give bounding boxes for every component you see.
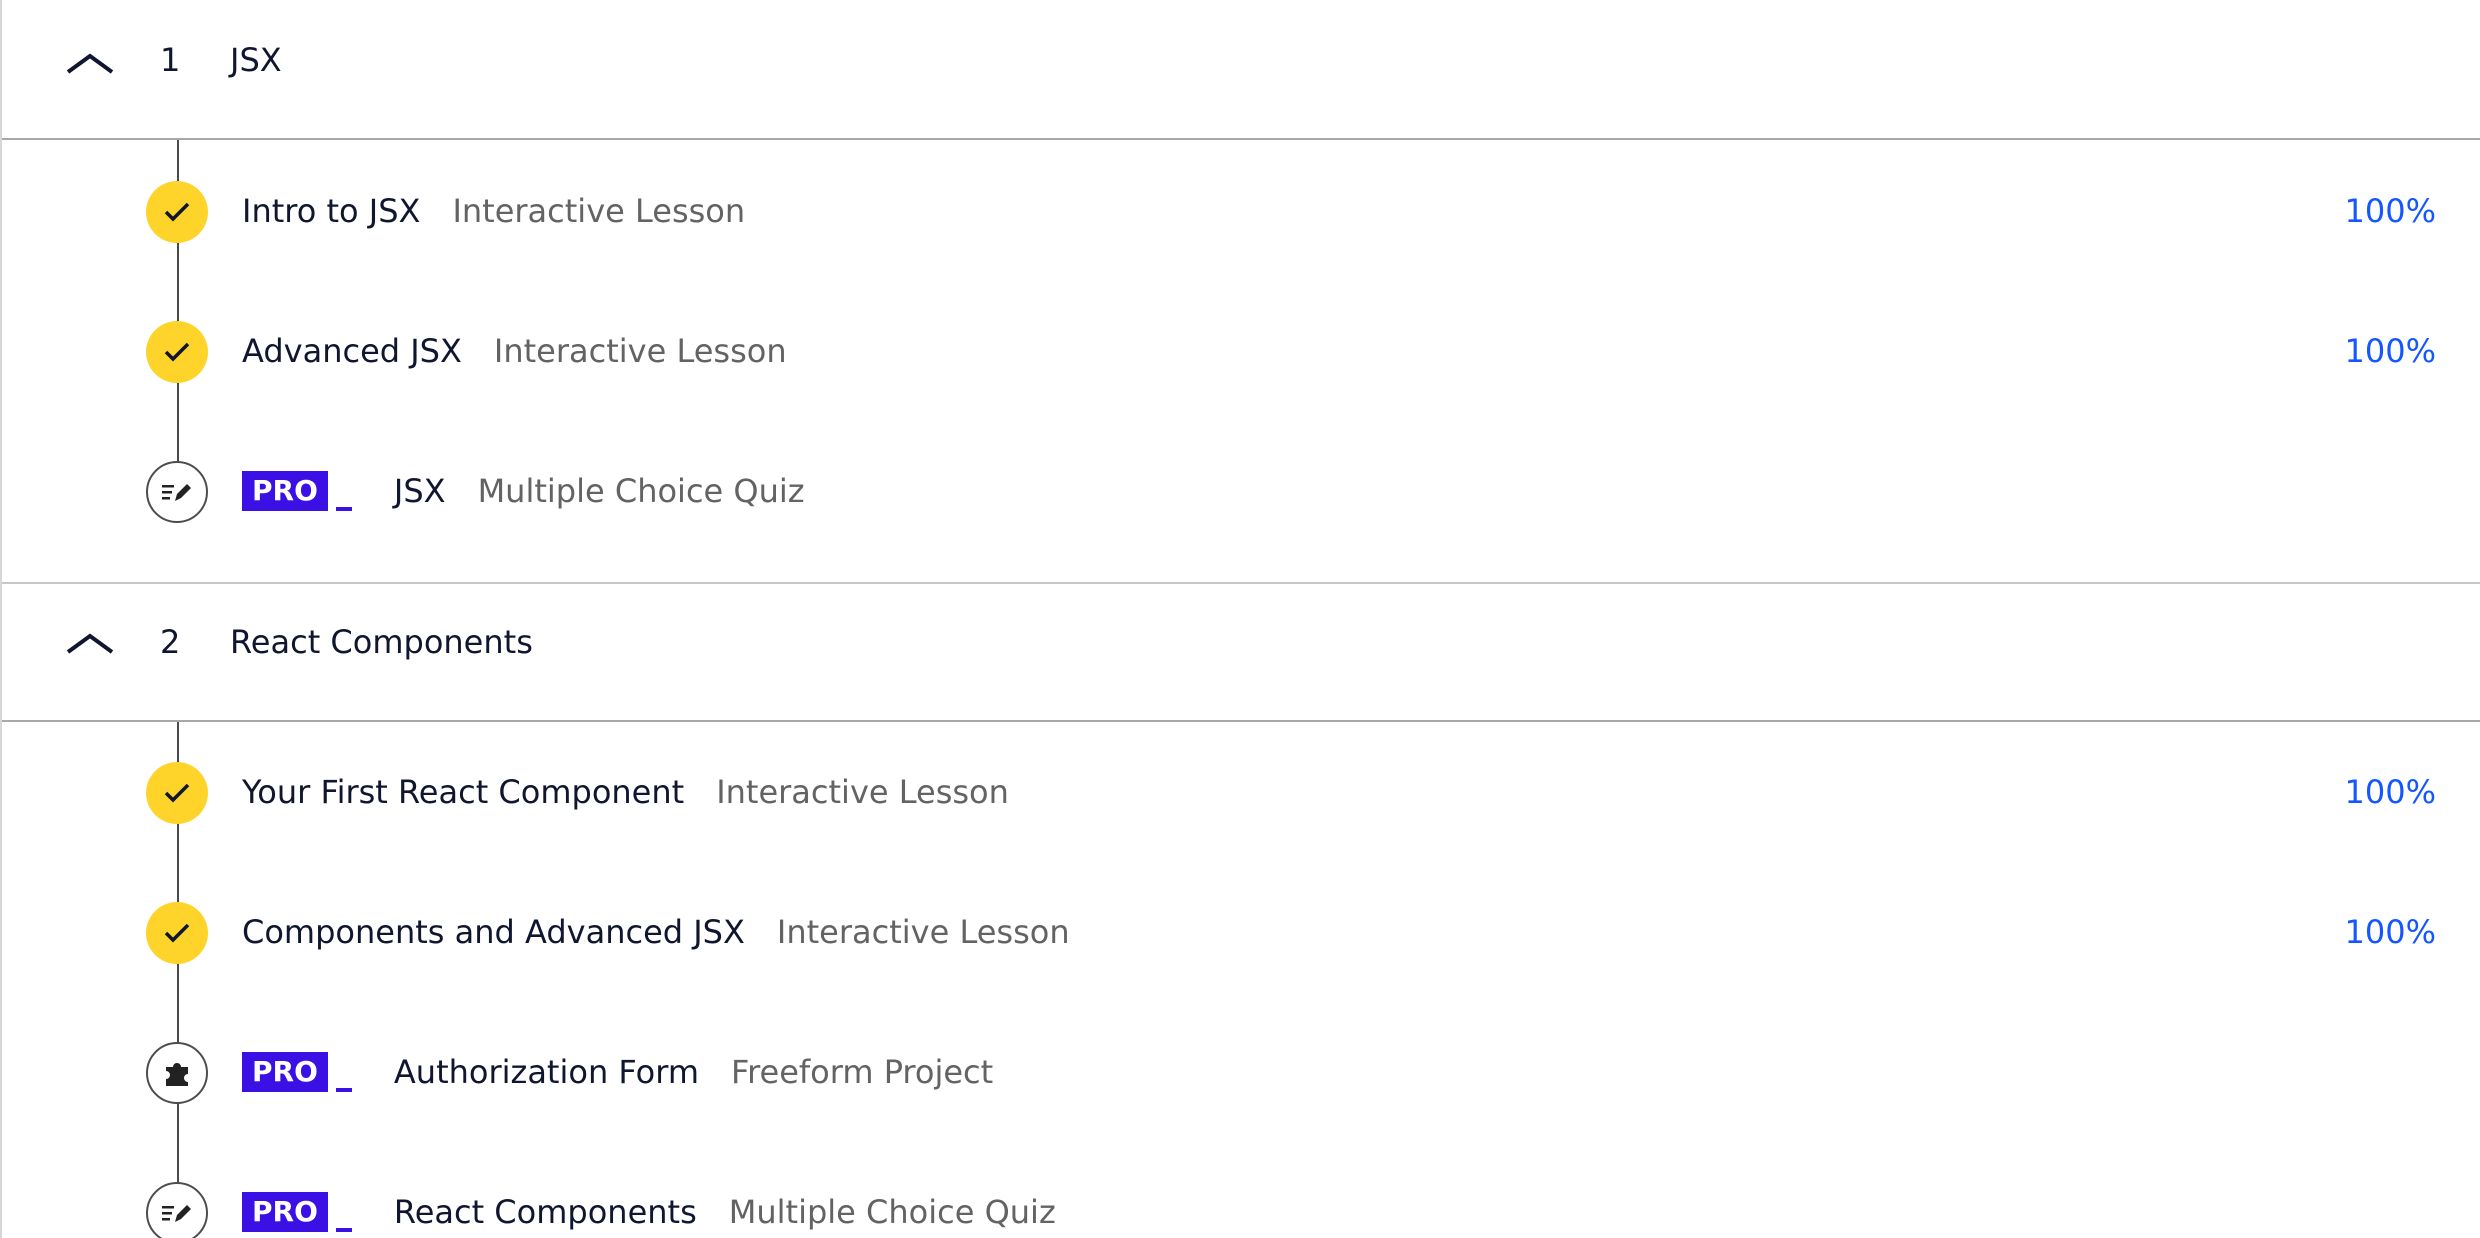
item-title[interactable]: Authorization Form <box>394 1050 699 1094</box>
check-icon <box>146 181 208 243</box>
quiz-item[interactable]: PRO React Components Multiple Choice Qui… <box>2 1172 2480 1238</box>
quiz-pencil-icon <box>146 461 208 523</box>
item-type: Interactive Lesson <box>776 913 1070 951</box>
chevron-up-icon[interactable] <box>64 628 116 658</box>
syllabus-page: 1 JSX Intro to JSX Interactive Lesson 10… <box>0 0 2480 1238</box>
module-number: 2 <box>160 623 181 661</box>
lesson-item[interactable]: Components and Advanced JSX Interactive … <box>2 892 2480 972</box>
pro-badge: PRO <box>242 1192 352 1232</box>
lesson-item[interactable]: Advanced JSX Interactive Lesson 100% <box>2 311 2480 391</box>
item-type: Interactive Lesson <box>716 773 1009 811</box>
quiz-pencil-icon <box>146 1182 208 1238</box>
chevron-up-icon[interactable] <box>64 48 116 78</box>
module-number: 1 <box>160 41 181 79</box>
quiz-item[interactable]: PRO JSX Multiple Choice Quiz <box>2 451 2480 531</box>
item-type: Interactive Lesson <box>452 192 746 230</box>
module-header-2[interactable]: 2 React Components <box>2 582 2480 722</box>
item-title[interactable]: JSX <box>394 469 446 513</box>
check-icon <box>146 321 208 383</box>
module-title[interactable]: JSX <box>230 40 282 80</box>
puzzle-icon <box>146 1042 208 1104</box>
progress-percent: 100% <box>2344 332 2436 370</box>
module-header-1[interactable]: 1 JSX <box>2 0 2480 140</box>
item-title[interactable]: Advanced JSX <box>242 329 462 373</box>
project-item[interactable]: PRO Authorization Form Freeform Project <box>2 1032 2480 1112</box>
item-type: Multiple Choice Quiz <box>477 472 805 510</box>
item-title[interactable]: Your First React Component <box>242 770 684 814</box>
progress-percent: 100% <box>2344 913 2436 951</box>
progress-percent: 100% <box>2344 773 2436 811</box>
progress-percent: 100% <box>2344 192 2436 230</box>
item-title[interactable]: Components and Advanced JSX <box>242 910 745 954</box>
pro-badge: PRO <box>242 1052 352 1092</box>
check-icon <box>146 902 208 964</box>
item-title[interactable]: React Components <box>394 1190 697 1234</box>
lesson-item[interactable]: Intro to JSX Interactive Lesson 100% <box>2 171 2480 251</box>
pro-badge: PRO <box>242 471 352 511</box>
module-title[interactable]: React Components <box>230 622 533 662</box>
lesson-item[interactable]: Your First React Component Interactive L… <box>2 752 2480 832</box>
item-type: Freeform Project <box>731 1053 994 1091</box>
item-title[interactable]: Intro to JSX <box>242 189 420 233</box>
item-type: Multiple Choice Quiz <box>728 1193 1056 1231</box>
check-icon <box>146 762 208 824</box>
item-type: Interactive Lesson <box>493 332 787 370</box>
